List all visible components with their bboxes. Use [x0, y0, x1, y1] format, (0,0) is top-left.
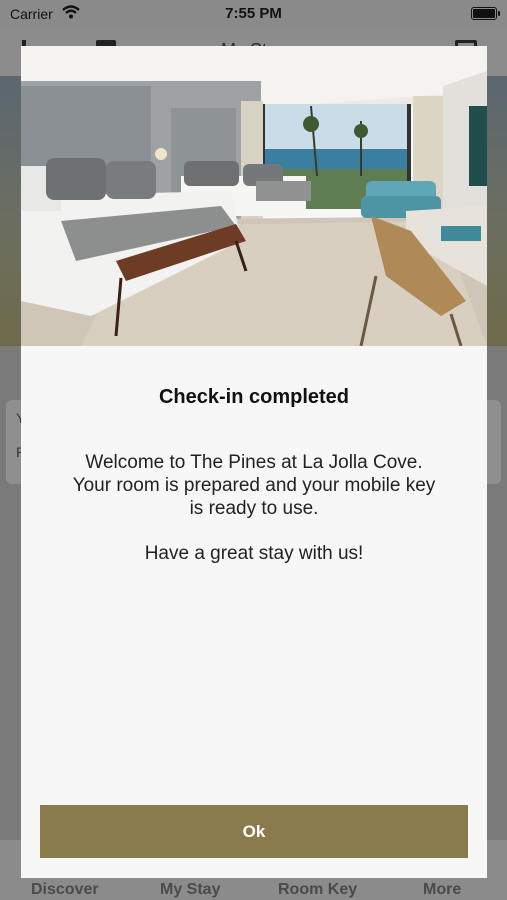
check-in-dialog: Check-in completed Welcome to The Pines …: [21, 46, 487, 878]
battery-icon: [471, 7, 500, 20]
dialog-message-line: Your room is prepared and your mobile ke…: [72, 475, 436, 496]
tab-more[interactable]: More: [423, 881, 461, 899]
dialog-message-line: is ready to use.: [189, 498, 319, 519]
status-bar: Carrier 7:55 PM: [0, 0, 507, 28]
dialog-title: Check-in completed: [158, 386, 350, 408]
ok-button[interactable]: Ok: [40, 805, 468, 858]
status-time: 7:55 PM: [225, 5, 282, 22]
hotel-room-image: [21, 46, 487, 346]
dialog-message-line: Welcome to The Pines at La Jolla Cove.: [85, 452, 423, 473]
dialog-message-line: Have a great stay with us!: [144, 543, 364, 564]
tab-discover[interactable]: Discover: [31, 881, 99, 899]
tab-room-key[interactable]: Room Key: [278, 881, 357, 899]
tab-my-stay[interactable]: My Stay: [160, 881, 220, 899]
